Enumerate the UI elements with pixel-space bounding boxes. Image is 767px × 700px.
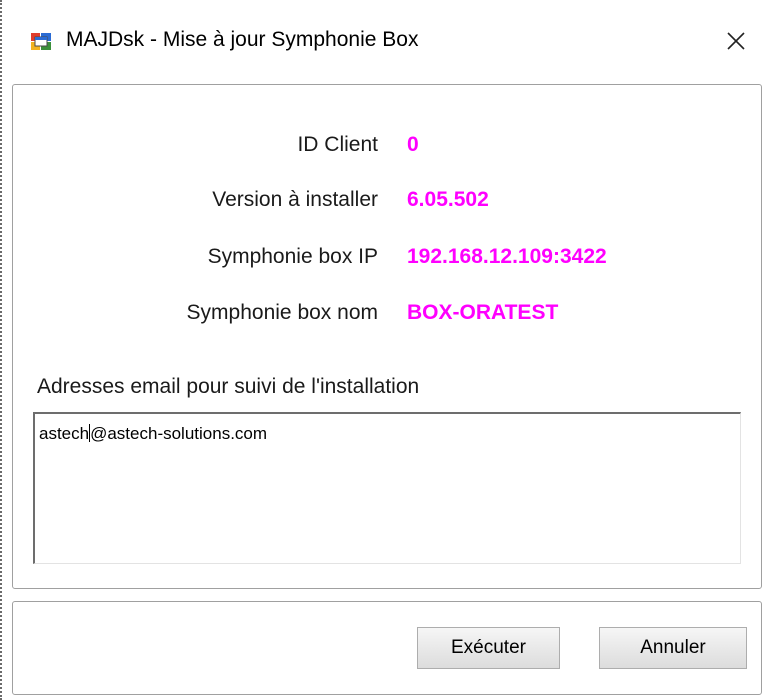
title-bar: MAJDsk - Mise à jour Symphonie Box (10, 0, 767, 82)
email-label: Adresses email pour suivi de l'installat… (37, 375, 420, 398)
email-textarea[interactable]: astech@astech-solutions.com (33, 412, 741, 564)
window-title: MAJDsk - Mise à jour Symphonie Box (66, 28, 419, 51)
box-ip-row: Symphonie box IP 192.168.12.109:3422 (13, 245, 763, 279)
window-edge (0, 0, 10, 700)
button-group-box: Exécuter Annuler (12, 601, 762, 695)
close-icon (727, 32, 745, 50)
email-text-before-caret: astech (39, 424, 90, 443)
box-ip-label: Symphonie box IP (207, 245, 378, 268)
app-window-icon (31, 33, 51, 50)
dialog-window: MAJDsk - Mise à jour Symphonie Box ID Cl… (0, 0, 767, 700)
box-name-label: Symphonie box nom (186, 301, 378, 324)
client-id-row: ID Client 0 (13, 133, 763, 167)
version-label: Version à installer (212, 188, 378, 211)
version-value: 6.05.502 (407, 188, 489, 211)
cancel-button[interactable]: Annuler (599, 627, 747, 669)
version-row: Version à installer 6.05.502 (13, 188, 763, 222)
box-name-value: BOX-ORATEST (407, 301, 559, 324)
execute-button[interactable]: Exécuter (417, 627, 560, 669)
info-group-box: ID Client 0 Version à installer 6.05.502… (12, 84, 762, 589)
close-button[interactable] (705, 18, 767, 64)
client-id-value: 0 (407, 133, 419, 156)
box-name-row: Symphonie box nom BOX-ORATEST (13, 301, 763, 335)
email-text-after-caret: @astech-solutions.com (90, 424, 268, 443)
box-ip-value: 192.168.12.109:3422 (407, 245, 607, 268)
client-id-label: ID Client (297, 133, 378, 156)
